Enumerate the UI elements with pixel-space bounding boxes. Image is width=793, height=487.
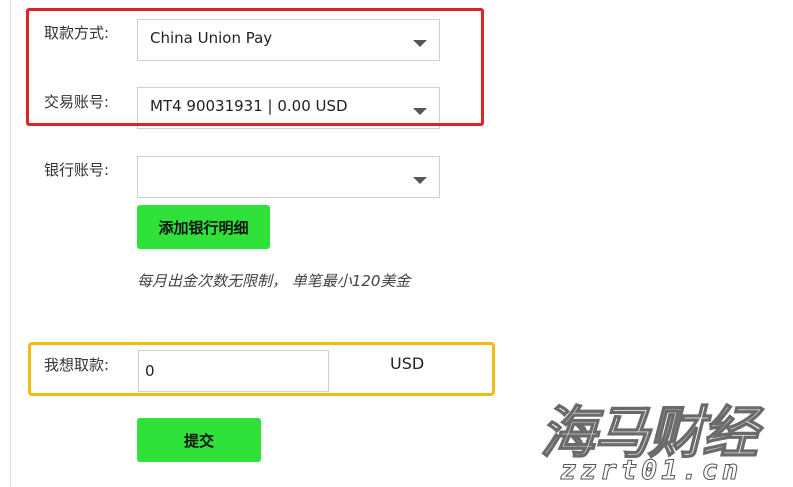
highlight-box-red — [26, 8, 484, 126]
bank-account-label: 银行账号: — [44, 161, 110, 179]
chevron-down-icon — [413, 177, 427, 184]
bank-account-select[interactable] — [137, 156, 440, 198]
highlight-box-yellow — [28, 342, 495, 396]
submit-button[interactable]: 提交 — [137, 418, 261, 462]
page-left-border — [10, 0, 11, 487]
watermark-url: zzrt01.cn — [559, 455, 743, 487]
add-bank-details-button[interactable]: 添加银行明细 — [137, 205, 270, 249]
withdrawal-limit-note: 每月出金次数无限制， 单笔最小120美金 — [137, 272, 411, 290]
watermark-logo: 海马财经 — [539, 400, 759, 467]
